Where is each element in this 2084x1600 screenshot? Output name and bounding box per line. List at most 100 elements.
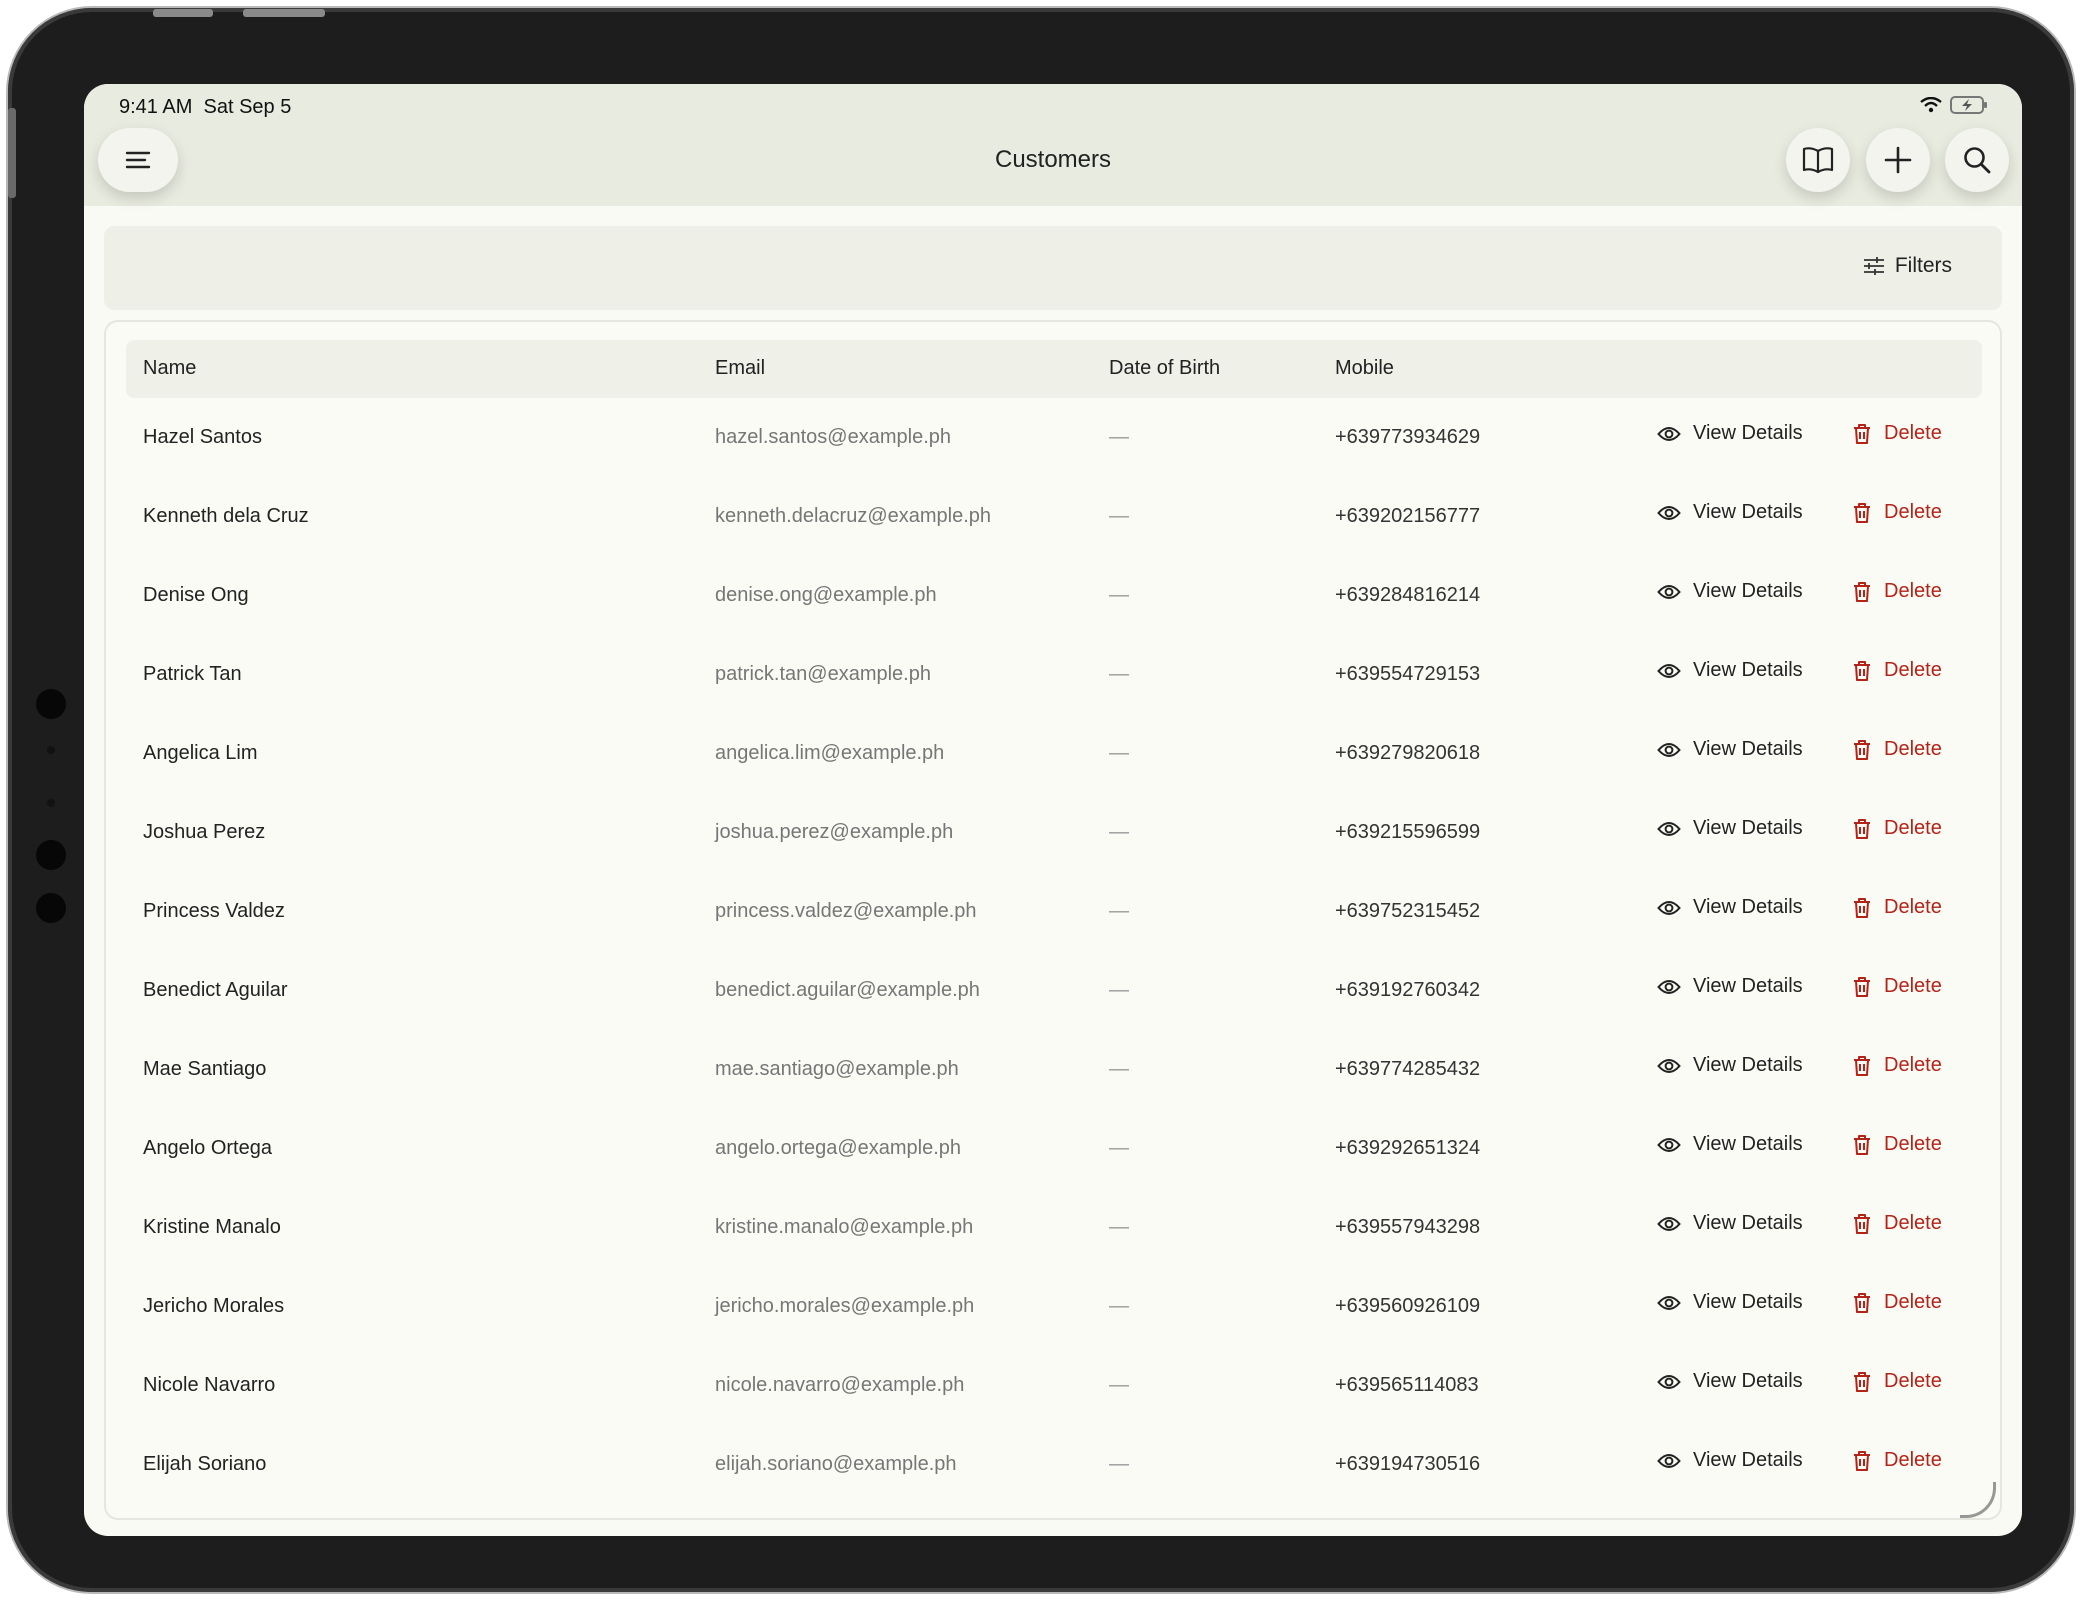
camera-icon <box>36 840 66 870</box>
customer-name: Angelica Lim <box>143 742 258 764</box>
trash-icon <box>1854 1450 1870 1471</box>
table-row[interactable]: Angelo Ortega angelo.ortega@example.ph —… <box>106 1113 2000 1192</box>
battery-icon <box>1950 96 1987 114</box>
customer-mobile: +639192760342 <box>1335 979 1481 1001</box>
eye-icon <box>1657 1374 1681 1389</box>
eye-icon <box>1657 1453 1681 1468</box>
view-details-button[interactable]: View Details <box>1657 1291 1803 1314</box>
delete-button[interactable]: Delete <box>1852 1370 1942 1393</box>
table-body: Hazel Santos hazel.santos@example.ph — +… <box>106 402 2000 1508</box>
customer-email: mae.santiago@example.ph <box>715 1058 959 1080</box>
customer-name: Joshua Perez <box>143 821 266 843</box>
view-details-button[interactable]: View Details <box>1657 659 1803 682</box>
customer-date-of-birth: — <box>1109 584 1129 606</box>
customer-name: Kristine Manalo <box>143 1216 281 1238</box>
customer-mobile: +639202156777 <box>1335 505 1481 527</box>
filters-label: Filters <box>1894 254 1952 277</box>
delete-button[interactable]: Delete <box>1852 1449 1942 1472</box>
table-row[interactable]: Princess Valdez princess.valdez@example.… <box>106 876 2000 955</box>
book-button[interactable] <box>1786 128 1850 192</box>
table-row[interactable]: Benedict Aguilar benedict.aguilar@exampl… <box>106 955 2000 1034</box>
view-details-label: View Details <box>1693 817 1803 839</box>
scroll-indicator[interactable] <box>1960 1482 1996 1518</box>
customer-email: joshua.perez@example.ph <box>715 821 954 843</box>
view-details-label: View Details <box>1693 1054 1803 1076</box>
view-details-button[interactable]: View Details <box>1657 975 1803 998</box>
customer-name: Mae Santiago <box>143 1058 267 1080</box>
delete-button[interactable]: Delete <box>1852 501 1942 524</box>
view-details-button[interactable]: View Details <box>1657 896 1803 919</box>
trash-icon <box>1854 976 1870 997</box>
trash-icon <box>1854 739 1870 760</box>
view-details-label: View Details <box>1693 1291 1803 1313</box>
table-row[interactable]: Nicole Navarro nicole.navarro@example.ph… <box>106 1350 2000 1429</box>
view-details-button[interactable]: View Details <box>1657 1054 1803 1077</box>
eye-icon <box>1657 426 1681 441</box>
eye-icon <box>1657 979 1681 994</box>
delete-button[interactable]: Delete <box>1852 659 1942 682</box>
view-details-label: View Details <box>1693 580 1803 602</box>
delete-label: Delete <box>1884 1054 1942 1076</box>
table-row[interactable]: Denise Ong denise.ong@example.ph — +6392… <box>106 560 2000 639</box>
customer-email: kenneth.delacruz@example.ph <box>715 505 992 527</box>
delete-button[interactable]: Delete <box>1852 1054 1942 1077</box>
search-button[interactable] <box>1945 128 2009 192</box>
table-row[interactable]: Kristine Manalo kristine.manalo@example.… <box>106 1192 2000 1271</box>
delete-button[interactable]: Delete <box>1852 1133 1942 1156</box>
delete-button[interactable]: Delete <box>1852 1291 1942 1314</box>
customer-name: Kenneth dela Cruz <box>143 505 309 527</box>
view-details-label: View Details <box>1693 501 1803 523</box>
view-details-button[interactable]: View Details <box>1657 1133 1803 1156</box>
view-details-button[interactable]: View Details <box>1657 1212 1803 1235</box>
delete-button[interactable]: Delete <box>1852 580 1942 603</box>
delete-label: Delete <box>1884 580 1942 602</box>
page-title: Customers <box>994 146 1112 173</box>
status-icons <box>1920 96 1988 114</box>
eye-icon <box>1657 821 1681 836</box>
eye-icon <box>1657 1058 1681 1073</box>
table-row[interactable]: Kenneth dela Cruz kenneth.delacruz@examp… <box>106 481 2000 560</box>
volume-button <box>153 9 213 17</box>
customer-name: Elijah Soriano <box>143 1453 267 1475</box>
table-row[interactable]: Hazel Santos hazel.santos@example.ph — +… <box>106 402 2000 481</box>
customer-email: nicole.navarro@example.ph <box>715 1374 965 1396</box>
customer-mobile: +639554729153 <box>1335 663 1481 685</box>
delete-label: Delete <box>1884 1370 1942 1392</box>
view-details-button[interactable]: View Details <box>1657 738 1803 761</box>
filters-button[interactable]: Filters <box>1863 254 1952 278</box>
table-row[interactable]: Elijah Soriano elijah.soriano@example.ph… <box>106 1429 2000 1508</box>
view-details-button[interactable]: View Details <box>1657 1449 1803 1472</box>
delete-button[interactable]: Delete <box>1852 1212 1942 1235</box>
delete-button[interactable]: Delete <box>1852 896 1942 919</box>
view-details-button[interactable]: View Details <box>1657 817 1803 840</box>
table-row[interactable]: Mae Santiago mae.santiago@example.ph — +… <box>106 1034 2000 1113</box>
view-details-button[interactable]: View Details <box>1657 422 1803 445</box>
book-icon <box>1802 147 1834 174</box>
delete-button[interactable]: Delete <box>1852 975 1942 998</box>
view-details-button[interactable]: View Details <box>1657 1370 1803 1393</box>
view-details-button[interactable]: View Details <box>1657 580 1803 603</box>
camera-icon <box>36 893 66 923</box>
customer-mobile: +639773934629 <box>1335 426 1481 448</box>
customer-date-of-birth: — <box>1109 1137 1129 1159</box>
customer-name: Angelo Ortega <box>143 1137 272 1159</box>
customer-date-of-birth: — <box>1109 505 1129 527</box>
power-button <box>243 9 325 17</box>
customer-mobile: +639752315452 <box>1335 900 1481 922</box>
table-row[interactable]: Patrick Tan patrick.tan@example.ph — +63… <box>106 639 2000 718</box>
delete-label: Delete <box>1884 975 1942 997</box>
add-button[interactable] <box>1866 128 1930 192</box>
table-row[interactable]: Joshua Perez joshua.perez@example.ph — +… <box>106 797 2000 876</box>
trash-icon <box>1854 1371 1870 1392</box>
customer-mobile: +639279820618 <box>1335 742 1481 764</box>
customer-email: patrick.tan@example.ph <box>715 663 931 685</box>
search-icon <box>1964 147 1991 174</box>
delete-button[interactable]: Delete <box>1852 738 1942 761</box>
table-row[interactable]: Angelica Lim angelica.lim@example.ph — +… <box>106 718 2000 797</box>
view-details-button[interactable]: View Details <box>1657 501 1803 524</box>
customer-date-of-birth: — <box>1109 663 1129 685</box>
view-details-label: View Details <box>1693 1212 1803 1234</box>
delete-button[interactable]: Delete <box>1852 422 1942 445</box>
delete-button[interactable]: Delete <box>1852 817 1942 840</box>
table-row[interactable]: Jericho Morales jericho.morales@example.… <box>106 1271 2000 1350</box>
